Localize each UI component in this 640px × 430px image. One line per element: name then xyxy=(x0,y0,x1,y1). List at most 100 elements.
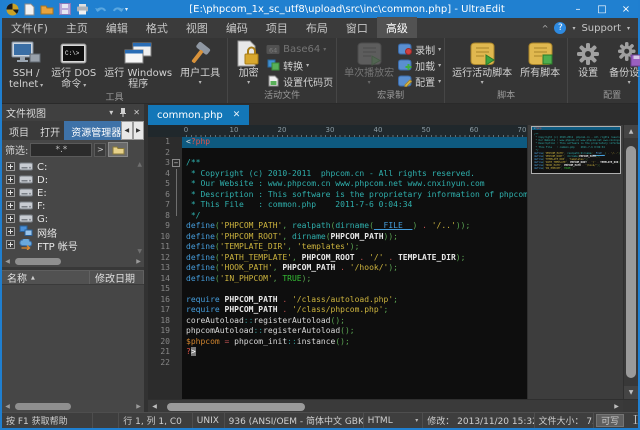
help-icon[interactable]: ? xyxy=(554,22,566,34)
scrollbar-corner xyxy=(623,400,638,412)
open-folder-icon[interactable] xyxy=(40,4,54,15)
ribbon-button-windows-program[interactable]: 运行 Windows程序 xyxy=(100,39,176,92)
scroll-left-icon[interactable]: ◀ xyxy=(2,403,13,410)
tree-hscroll-track[interactable] xyxy=(13,257,133,266)
ribbon-button-ssh-terminal[interactable]: SSH /telnet ▾ xyxy=(5,39,47,92)
scroll-right-icon[interactable]: ▶ xyxy=(133,258,144,265)
menu-tab-0[interactable]: 文件(F) xyxy=(2,17,57,39)
vscroll-thumb[interactable] xyxy=(626,146,636,378)
column-header-1[interactable]: 修改日期 xyxy=(90,271,144,284)
fold-guide-line xyxy=(176,211,177,216)
menu-tab-3[interactable]: 格式 xyxy=(137,17,177,39)
close-button[interactable]: × xyxy=(614,0,638,18)
ribbon-button-settings-gear[interactable]: 设置 xyxy=(571,39,605,90)
tree-hscrollbar[interactable]: ◀ ▶ xyxy=(2,256,144,267)
list-hscroll-track[interactable] xyxy=(13,402,133,411)
sidebar-tab-1[interactable]: 打开 xyxy=(33,121,64,140)
menu-tab-8[interactable]: 窗口 xyxy=(337,17,377,39)
fold-guide-line xyxy=(176,190,177,201)
tree-item-FTP[interactable]: FTP 帐号 xyxy=(2,239,144,252)
tree-item-D[interactable]: D: xyxy=(2,174,144,187)
status-cell-4[interactable]: 936 (ANSI/OEM - 简体中文 GBK)▾ xyxy=(225,413,364,428)
editor-vscrollbar[interactable]: ▲ ▼ xyxy=(623,125,638,399)
tree-hscroll-thumb[interactable] xyxy=(15,258,61,265)
print-icon[interactable] xyxy=(76,3,89,15)
collapse-ribbon-icon[interactable]: ^ xyxy=(542,24,549,33)
tree-item-E[interactable]: E: xyxy=(2,187,144,200)
code-area[interactable]: <?php/** * Copyright (c) 2010-2011 phpco… xyxy=(182,137,527,399)
ribbon-button-configure-macro[interactable]: 配置▾ xyxy=(398,73,441,89)
column-header-0[interactable]: 名称▲ xyxy=(2,271,90,284)
expander-plus-icon[interactable] xyxy=(6,162,15,174)
editor-hscrollbar[interactable]: ◀ ▶ xyxy=(148,399,638,412)
ribbon-button-convert[interactable]: 转换▾ xyxy=(266,57,333,73)
scroll-left-icon[interactable]: ◀ xyxy=(148,403,161,410)
maximize-button[interactable]: □ xyxy=(590,0,614,18)
line-number: 9 xyxy=(148,221,182,232)
scroll-right-icon[interactable]: ▶ xyxy=(133,403,144,410)
undo-icon[interactable] xyxy=(94,4,107,15)
document-tab-common-php[interactable]: common.php ✕ xyxy=(148,105,249,125)
editor-hscroll-track[interactable] xyxy=(161,401,610,412)
expander-plus-icon[interactable] xyxy=(6,175,15,187)
tab-close-icon[interactable]: ✕ xyxy=(233,110,241,120)
tree-scroll-down-icon[interactable]: ▼ xyxy=(137,248,142,255)
panel-close-icon[interactable]: ✕ xyxy=(133,108,140,117)
ultraedit-logo-icon[interactable] xyxy=(6,3,19,16)
filter-browse-button[interactable] xyxy=(108,142,128,157)
scroll-down-icon[interactable]: ▼ xyxy=(624,386,638,399)
tree-scroll-up-icon[interactable]: ▲ xyxy=(137,161,142,168)
list-hscrollbar[interactable]: ◀ ▶ xyxy=(2,400,144,412)
tab-scroll-left-icon[interactable]: ◀ xyxy=(121,121,132,140)
expander-plus-icon[interactable] xyxy=(6,227,15,239)
fold-collapse-icon[interactable]: − xyxy=(172,159,180,167)
dropdown-arrow-icon[interactable]: ▾ xyxy=(415,417,418,424)
new-file-icon[interactable] xyxy=(24,3,35,16)
expander-plus-icon[interactable] xyxy=(6,240,15,252)
menu-tab-1[interactable]: 主页 xyxy=(57,17,97,39)
dropdown-arrow-icon: ▾ xyxy=(438,78,441,85)
ribbon-button-dos-command[interactable]: C:\>运行 DOS命令 ▾ xyxy=(47,39,100,92)
filter-input[interactable] xyxy=(30,143,92,157)
pin-icon[interactable] xyxy=(119,107,127,119)
vscroll-track[interactable] xyxy=(624,138,638,386)
status-cell-8[interactable]: 可写 xyxy=(596,414,624,427)
editor-hscroll-thumb[interactable] xyxy=(167,403,305,411)
menu-tab-5[interactable]: 编码 xyxy=(217,17,257,39)
sidebar-tab-0[interactable]: 项目 xyxy=(2,121,33,140)
ribbon-button-all-scripts[interactable]: 所有脚本 xyxy=(516,39,564,90)
expander-plus-icon[interactable] xyxy=(6,214,15,226)
redo-icon[interactable] xyxy=(112,4,125,15)
support-menu[interactable]: Support xyxy=(581,23,621,34)
ribbon-button-backup-settings[interactable]: 备份设置▾ xyxy=(605,39,640,90)
menu-tab-6[interactable]: 项目 xyxy=(257,17,297,39)
panel-dropdown-icon[interactable]: ▾ xyxy=(109,108,113,117)
expander-plus-icon[interactable] xyxy=(6,201,15,213)
list-hscroll-thumb[interactable] xyxy=(15,403,71,410)
tree-item-F[interactable]: F: xyxy=(2,200,144,213)
help-dropdown-icon[interactable]: ▾ xyxy=(572,25,575,32)
tree-item-C[interactable]: C: xyxy=(2,161,144,174)
scroll-left-icon[interactable]: ◀ xyxy=(2,258,13,265)
ribbon-button-run-active-script[interactable]: 运行活动脚本▾ xyxy=(448,39,516,90)
code-token: , xyxy=(273,274,283,283)
ribbon-button-user-tools[interactable]: 用户工具▾ xyxy=(176,39,224,92)
menu-tab-4[interactable]: 视图 xyxy=(177,17,217,39)
status-cell-5[interactable]: HTML▾ xyxy=(364,413,424,428)
ribbon-button-codepage[interactable]: 设置代码页 xyxy=(266,73,333,89)
menu-tab-2[interactable]: 编辑 xyxy=(97,17,137,39)
sidebar-tab-2[interactable]: 资源管理器 xyxy=(64,121,121,140)
scroll-right-icon[interactable]: ▶ xyxy=(610,403,623,410)
ribbon-button-encrypt[interactable]: 加密▾ xyxy=(231,39,266,90)
support-dropdown-icon[interactable]: ▾ xyxy=(627,25,630,32)
tab-scroll-right-icon[interactable]: ▶ xyxy=(133,121,144,140)
filter-go-button[interactable]: > xyxy=(94,143,106,157)
save-icon[interactable] xyxy=(59,3,71,15)
menu-tab-7[interactable]: 布局 xyxy=(297,17,337,39)
minimize-button[interactable]: – xyxy=(566,0,590,18)
expander-plus-icon[interactable] xyxy=(6,188,15,200)
ribbon-button-load-macro[interactable]: 加载▾ xyxy=(398,57,441,73)
menu-tab-9[interactable]: 高级 xyxy=(377,17,417,39)
ribbon-button-record-macro[interactable]: 录制▾ xyxy=(398,41,441,57)
scroll-up-icon[interactable]: ▲ xyxy=(624,125,638,138)
